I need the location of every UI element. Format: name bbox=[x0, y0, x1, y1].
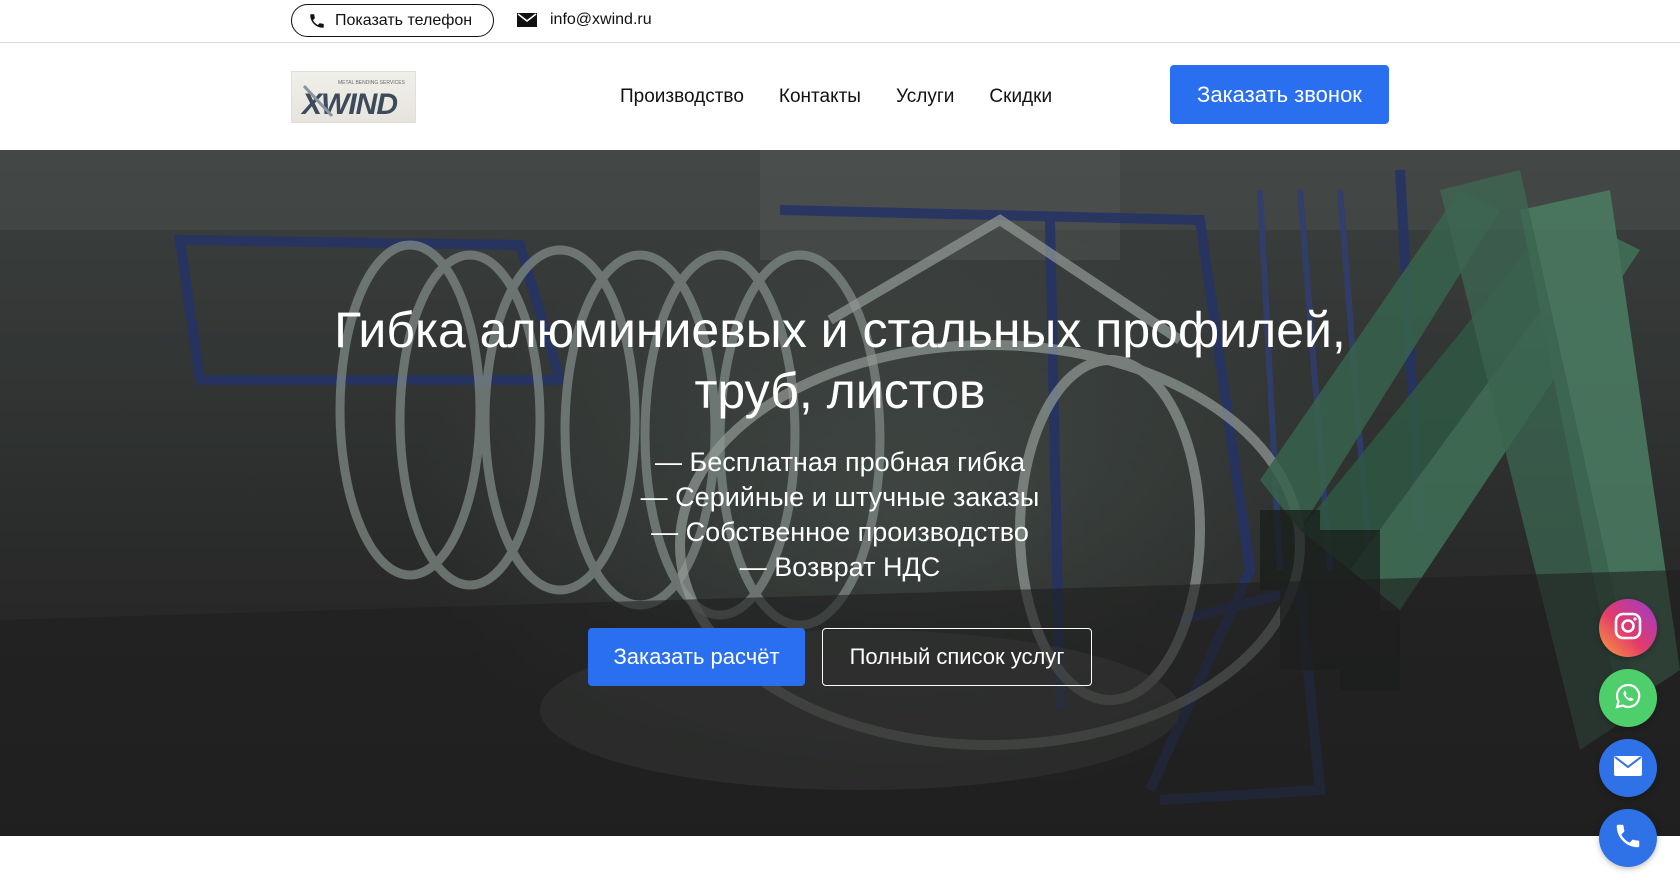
email-text: info@xwind.ru bbox=[550, 11, 652, 28]
logo-tagline: METAL BENDING SERVICES bbox=[338, 80, 406, 86]
top-bar: Показать телефон info@xwind.ru bbox=[0, 0, 1680, 43]
email-button[interactable] bbox=[1599, 739, 1657, 797]
phone-icon bbox=[1613, 821, 1643, 856]
show-phone-button[interactable]: Показать телефон bbox=[291, 4, 494, 37]
request-call-button[interactable]: Заказать звонок bbox=[1170, 65, 1389, 124]
benefit-item: — Бесплатная пробная гибка bbox=[655, 447, 1025, 477]
nav-discounts[interactable]: Скидки bbox=[989, 85, 1052, 109]
envelope-icon bbox=[517, 13, 537, 27]
email-link[interactable]: info@xwind.ru bbox=[517, 8, 652, 32]
logo[interactable]: METAL BENDING SERVICES XWIND bbox=[291, 71, 416, 123]
instagram-icon bbox=[1613, 611, 1643, 646]
nav-services[interactable]: Услуги bbox=[896, 85, 954, 109]
hero-section: Гибка алюминиевых и стальных профилей, т… bbox=[0, 150, 1680, 836]
whatsapp-icon bbox=[1613, 681, 1643, 716]
benefit-item: — Собственное производство bbox=[651, 517, 1029, 547]
show-phone-label: Показать телефон bbox=[335, 11, 473, 29]
hero-title: Гибка алюминиевых и стальных профилей, т… bbox=[240, 300, 1440, 422]
full-services-list-button[interactable]: Полный список услуг bbox=[822, 628, 1092, 686]
whatsapp-button[interactable] bbox=[1599, 669, 1657, 727]
benefit-item: — Серийные и штучные заказы bbox=[640, 482, 1040, 512]
email-icon bbox=[1613, 755, 1643, 782]
hero-benefits-list: — Бесплатная пробная гибка — Серийные и … bbox=[540, 445, 1140, 585]
phone-call-button[interactable] bbox=[1599, 809, 1657, 867]
hero-title-line1: Гибка алюминиевых и стальных профилей, bbox=[334, 302, 1346, 358]
main-nav: Производство Контакты Услуги Скидки bbox=[620, 85, 1087, 109]
instagram-button[interactable] bbox=[1599, 599, 1657, 657]
site-header: METAL BENDING SERVICES XWIND Производств… bbox=[0, 43, 1680, 150]
order-calculation-button[interactable]: Заказать расчёт bbox=[588, 628, 805, 686]
phone-icon bbox=[308, 12, 326, 30]
nav-contacts[interactable]: Контакты bbox=[779, 85, 861, 109]
hero-title-line2: труб, листов bbox=[694, 363, 986, 419]
benefit-item: — Возврат НДС bbox=[739, 552, 941, 582]
logo-wordmark: XWIND bbox=[300, 88, 397, 121]
nav-production[interactable]: Производство bbox=[620, 85, 744, 109]
